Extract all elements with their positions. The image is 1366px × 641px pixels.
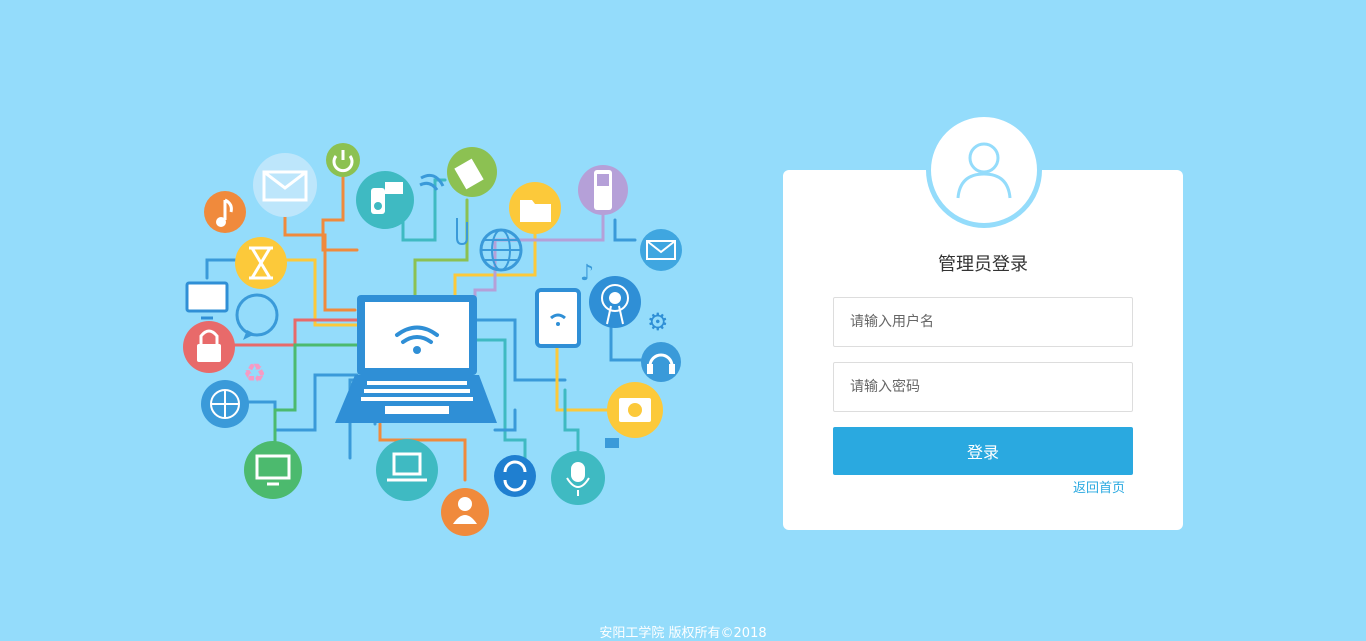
monitor-icon [185, 281, 229, 320]
power-icon [326, 143, 360, 177]
back-home-link[interactable]: 返回首页 [1060, 477, 1125, 496]
login-button[interactable]: 登录 [833, 427, 1133, 475]
login-title: 管理员登录 [938, 254, 1028, 275]
music-note-icon [204, 191, 246, 233]
antenna-icon [589, 276, 641, 328]
password-input[interactable] [833, 362, 1133, 412]
folder-icon [509, 182, 561, 234]
video-camera-icon [356, 171, 414, 229]
tablet-icon [535, 288, 581, 348]
lock-icon [183, 321, 235, 373]
chat-icon [235, 293, 279, 340]
mobile-phone-icon [578, 165, 628, 215]
envelope-icon [640, 229, 682, 271]
gear-icon: ⚙ [647, 308, 669, 336]
envelope-icon [253, 153, 317, 217]
avatar [926, 112, 1042, 228]
laptop-icon [335, 295, 497, 423]
wifi-icon [419, 173, 445, 191]
laptop-icon [376, 439, 438, 501]
recycle-icon: ♻ [243, 359, 266, 389]
user-icon [441, 488, 489, 536]
globe-icon [201, 380, 249, 428]
network-illustration: ♪ ♻ ⚙ [183, 143, 682, 536]
footer-copyright: 安阳工学院 版权所有©2018 [599, 626, 767, 641]
sync-icon [494, 455, 536, 497]
document-icon [447, 147, 497, 197]
username-input[interactable] [833, 297, 1133, 347]
hourglass-icon [235, 237, 287, 289]
monitor-icon [244, 441, 302, 499]
globe-icon [479, 228, 523, 272]
camera-icon [607, 382, 663, 438]
user-icon [956, 142, 1012, 199]
headphones-icon [641, 342, 681, 382]
microphone-icon [551, 451, 605, 505]
svg-text:♪: ♪ [580, 261, 594, 286]
